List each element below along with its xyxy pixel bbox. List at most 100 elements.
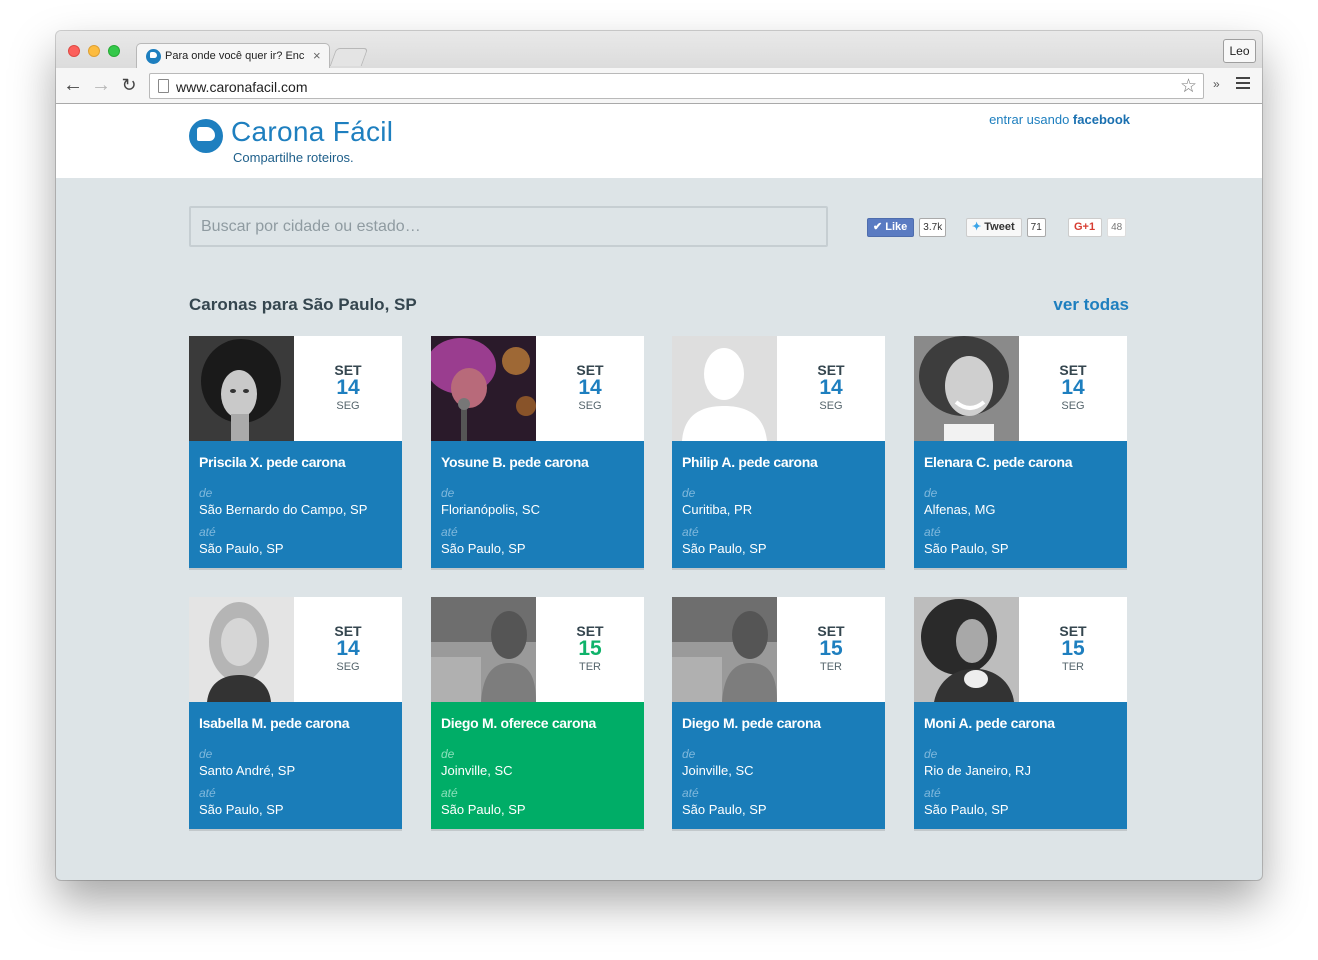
to-label: até <box>441 525 458 539</box>
hamburger-menu-icon[interactable] <box>1236 77 1250 91</box>
ride-card[interactable]: SET 14 SEG Priscila X. pede carona de Sã… <box>189 336 402 568</box>
to-label: até <box>199 525 216 539</box>
ride-date: SET 14 SEG <box>294 336 402 441</box>
ride-weekday: TER <box>1062 661 1084 673</box>
tab-close-icon[interactable]: × <box>313 48 321 63</box>
user-photo <box>914 336 1019 441</box>
close-window-button[interactable] <box>68 45 80 57</box>
google-plus-widget[interactable]: G+1 48 <box>1068 218 1127 237</box>
facebook-like-button[interactable]: ✔ Like <box>867 218 915 237</box>
ride-card[interactable]: SET 14 SEG Philip A. pede carona de Curi… <box>672 336 885 568</box>
ride-day: 14 <box>578 376 602 399</box>
new-tab-button[interactable] <box>329 48 369 66</box>
from-label: de <box>441 747 455 761</box>
user-photo <box>189 597 294 702</box>
facebook-like-widget[interactable]: ✔ Like 3.7k <box>867 218 947 237</box>
user-photo <box>672 597 777 702</box>
ride-date: SET 14 SEG <box>294 597 402 702</box>
from-label: de <box>924 747 938 761</box>
ride-destination: São Paulo, SP <box>441 541 526 556</box>
ride-day: 14 <box>1061 376 1085 399</box>
ride-title: Priscila X. pede carona <box>199 454 346 470</box>
hand-logo-icon[interactable] <box>189 119 223 153</box>
ride-date: SET 14 SEG <box>777 336 885 441</box>
ride-weekday: SEG <box>819 400 843 412</box>
ride-origin: São Bernardo do Campo, SP <box>199 502 368 517</box>
ride-date: SET 15 TER <box>777 597 885 702</box>
login-prefix: entrar usando <box>989 112 1073 127</box>
extensions-chevron-icon[interactable]: » <box>1213 77 1220 91</box>
ride-destination: São Paulo, SP <box>682 541 767 556</box>
default-avatar-icon <box>672 336 777 441</box>
ride-title: Elenara C. pede carona <box>924 454 1073 470</box>
search-input[interactable] <box>189 206 828 247</box>
ride-card[interactable]: SET 15 TER Diego M. oferece carona de Jo… <box>431 597 644 829</box>
tweet-widget[interactable]: ✦ Tweet 71 <box>966 218 1046 237</box>
facebook-login-link[interactable]: entrar usando facebook <box>989 112 1130 127</box>
ride-destination: São Paulo, SP <box>924 802 1009 817</box>
from-label: de <box>199 747 213 761</box>
ride-weekday: SEG <box>1061 400 1085 412</box>
profile-button[interactable]: Leo <box>1223 39 1256 63</box>
ride-weekday: SEG <box>336 661 360 673</box>
to-label: até <box>199 786 216 800</box>
tab-strip: Para onde você quer ir? Enc × Leo <box>56 31 1262 69</box>
address-bar[interactable]: www.caronafacil.com ☆ <box>149 73 1204 99</box>
ride-date: SET 14 SEG <box>536 336 644 441</box>
ride-day: 14 <box>819 376 843 399</box>
ride-destination: São Paulo, SP <box>199 541 284 556</box>
bookmark-star-icon[interactable]: ☆ <box>1180 75 1197 98</box>
twitter-bird-icon: ✦ <box>972 221 982 233</box>
ride-title: Diego M. oferece carona <box>441 715 596 731</box>
ride-title: Philip A. pede carona <box>682 454 818 470</box>
ride-date: SET 14 SEG <box>1019 336 1127 441</box>
tab-title: Para onde você quer ir? Enc <box>165 50 305 62</box>
ride-title: Isabella M. pede carona <box>199 715 350 731</box>
ride-origin: Joinville, SC <box>441 763 513 778</box>
ride-info: Elenara C. pede carona de Alfenas, MG at… <box>914 441 1127 568</box>
browser-toolbar: ← → ↻ www.caronafacil.com ☆ » <box>56 68 1262 104</box>
section-title: Caronas para São Paulo, SP <box>189 295 417 314</box>
ride-origin: Florianópolis, SC <box>441 502 540 517</box>
ride-card[interactable]: SET 15 TER Diego M. pede carona de Joinv… <box>672 597 885 829</box>
forward-arrow-icon[interactable]: → <box>90 73 112 97</box>
url-text[interactable]: www.caronafacil.com <box>176 79 308 95</box>
ride-card[interactable]: SET 14 SEG Yosune B. pede carona de Flor… <box>431 336 644 568</box>
minimize-window-button[interactable] <box>88 45 100 57</box>
see-all-link[interactable]: ver todas <box>1053 295 1129 315</box>
back-arrow-icon[interactable]: ← <box>62 73 84 97</box>
ride-card[interactable]: SET 14 SEG Elenara C. pede carona de Alf… <box>914 336 1127 568</box>
ride-origin: Curitiba, PR <box>682 502 753 517</box>
ride-info: Diego M. oferece carona de Joinville, SC… <box>431 702 644 829</box>
site-tagline: Compartilhe roteiros. <box>233 150 354 165</box>
browser-window: Para onde você quer ir? Enc × Leo ← → ↻ … <box>56 31 1262 880</box>
ride-origin: Alfenas, MG <box>924 502 996 517</box>
from-label: de <box>924 486 938 500</box>
ride-card[interactable]: SET 15 TER Moni A. pede carona de Rio de… <box>914 597 1127 829</box>
tweet-button[interactable]: ✦ Tweet <box>966 218 1022 237</box>
ride-weekday: SEG <box>578 400 602 412</box>
ride-date: SET 15 TER <box>536 597 644 702</box>
site-logo-text[interactable]: Carona Fácil <box>231 116 393 148</box>
to-label: até <box>682 786 699 800</box>
ride-card[interactable]: SET 14 SEG Isabella M. pede carona de Sa… <box>189 597 402 829</box>
ride-info: Yosune B. pede carona de Florianópolis, … <box>431 441 644 568</box>
to-label: até <box>441 786 458 800</box>
user-photo <box>431 597 536 702</box>
site-header: Carona Fácil Compartilhe roteiros. entra… <box>56 104 1262 178</box>
from-label: de <box>682 747 696 761</box>
ride-info: Philip A. pede carona de Curitiba, PR at… <box>672 441 885 568</box>
ride-weekday: SEG <box>336 400 360 412</box>
reload-icon[interactable]: ↻ <box>118 73 140 97</box>
ride-info: Moni A. pede carona de Rio de Janeiro, R… <box>914 702 1127 829</box>
ride-destination: São Paulo, SP <box>441 802 526 817</box>
ride-title: Diego M. pede carona <box>682 715 821 731</box>
browser-tab[interactable]: Para onde você quer ir? Enc × <box>136 43 330 69</box>
to-label: até <box>924 786 941 800</box>
google-plus-button[interactable]: G+1 <box>1068 218 1103 237</box>
ride-title: Moni A. pede carona <box>924 715 1055 731</box>
ride-destination: São Paulo, SP <box>924 541 1009 556</box>
gplus-count: 48 <box>1107 218 1127 237</box>
zoom-window-button[interactable] <box>108 45 120 57</box>
user-photo <box>914 597 1019 702</box>
